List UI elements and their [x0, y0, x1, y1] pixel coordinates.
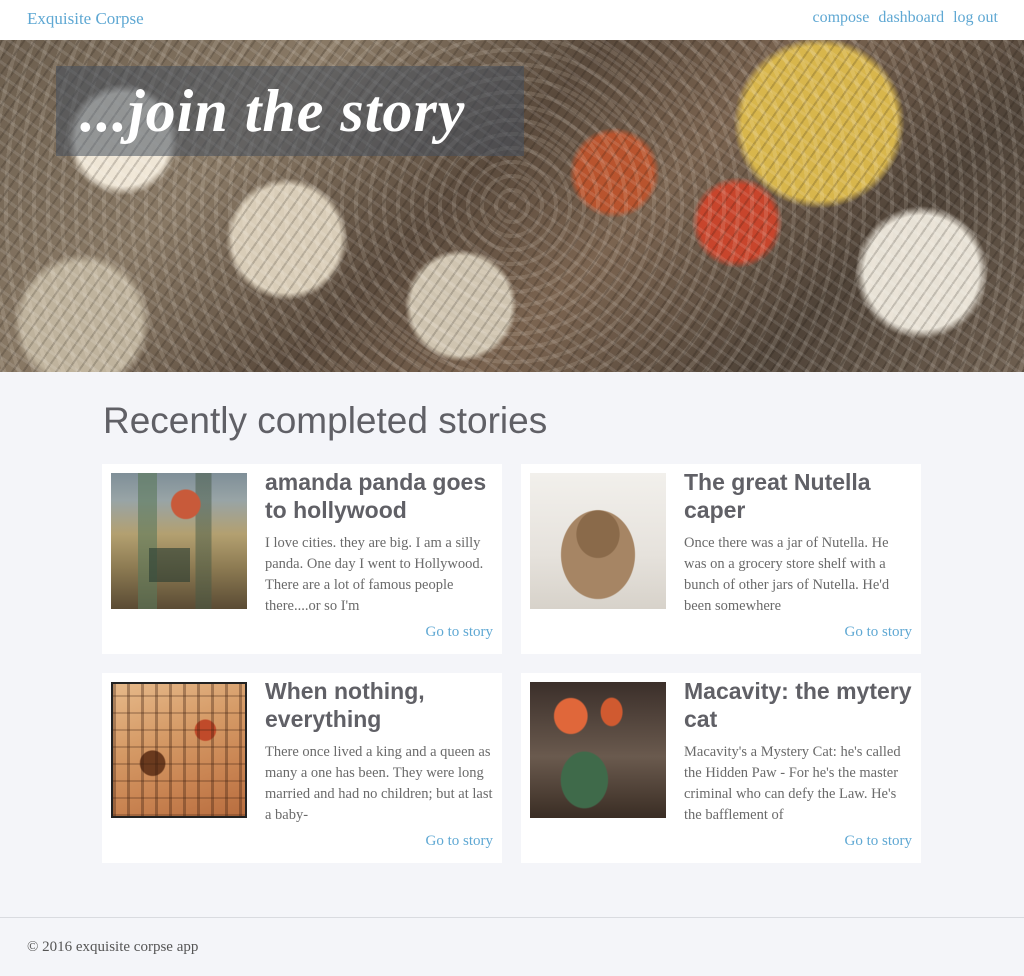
story-card: amanda panda goes to hollywood I love ci… [102, 464, 502, 654]
story-card: The great Nutella caper Once there was a… [521, 464, 921, 654]
story-thumbnail[interactable] [530, 473, 666, 609]
nav-compose-link[interactable]: compose [812, 9, 869, 27]
story-excerpt: I love cities. they are big. I am a sill… [265, 535, 484, 614]
story-excerpt: Macavity's a Mystery Cat: he's called th… [684, 744, 901, 823]
go-to-story-link[interactable]: Go to story [426, 833, 494, 850]
page-footer: © 2016 exquisite corpse app [0, 917, 1024, 976]
story-title: amanda panda goes to hollywood [265, 469, 487, 523]
go-to-story-link[interactable]: Go to story [845, 833, 913, 850]
hero-title: ...join the story [80, 78, 466, 144]
nav-links: compose dashboard log out [812, 9, 998, 27]
nav-dashboard-link[interactable]: dashboard [878, 9, 944, 27]
section-title: Recently completed stories [103, 400, 548, 441]
story-thumbnail[interactable] [111, 682, 247, 818]
go-to-story-link[interactable]: Go to story [426, 624, 494, 641]
story-thumbnail[interactable] [111, 473, 247, 609]
story-thumbnail[interactable] [530, 682, 666, 818]
story-excerpt: Once there was a jar of Nutella. He was … [684, 535, 890, 614]
brand-link[interactable]: Exquisite Corpse [27, 9, 144, 29]
footer-copyright: © 2016 exquisite corpse app [27, 939, 199, 955]
story-title: When nothing, everything [265, 678, 425, 732]
story-excerpt: There once lived a king and a queen as m… [265, 744, 493, 823]
hero-banner: ...join the story [0, 40, 1024, 372]
story-title: The great Nutella caper [684, 469, 871, 523]
nav-logout-link[interactable]: log out [953, 9, 998, 27]
top-navbar: Exquisite Corpse compose dashboard log o… [0, 0, 1024, 40]
go-to-story-link[interactable]: Go to story [845, 624, 913, 641]
story-title: Macavity: the mytery cat [684, 678, 912, 732]
story-card: When nothing, everything There once live… [102, 673, 502, 863]
story-card: Macavity: the mytery cat Macavity's a My… [521, 673, 921, 863]
